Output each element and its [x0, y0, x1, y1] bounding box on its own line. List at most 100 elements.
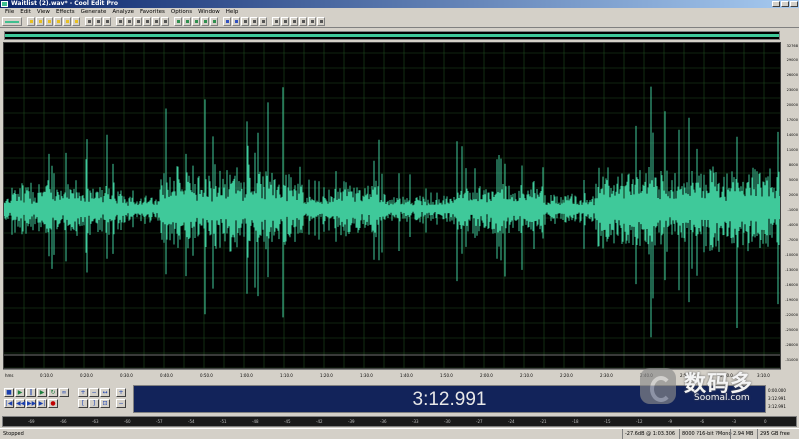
overview-range[interactable]: [5, 34, 779, 37]
time-tick: 1:40.0: [400, 373, 413, 378]
go-to-start-icon[interactable]: |◀: [4, 399, 14, 408]
amplitude-tick: -19000: [785, 298, 798, 302]
close-icon[interactable]: [790, 1, 798, 7]
frequency-analysis-icon[interactable]: [308, 17, 316, 26]
status-level: -27.6dB @ 1:03.306: [622, 429, 675, 439]
scripts-icon[interactable]: [317, 17, 325, 26]
menu-generate[interactable]: Generate: [78, 8, 110, 16]
waveform-view-icon[interactable]: [232, 17, 240, 26]
rewind-icon[interactable]: ◀◀: [15, 399, 25, 408]
cue-list-icon[interactable]: [250, 17, 258, 26]
time-display-panel: 3:12.991: [133, 385, 766, 413]
repeat-icon[interactable]: [103, 17, 111, 26]
zoom-right-icon[interactable]: ]: [89, 399, 99, 408]
info-icon[interactable]: [281, 17, 289, 26]
time-tick: 0:20.0: [80, 373, 93, 378]
go-to-end-icon[interactable]: ▶|: [37, 399, 47, 408]
meter-tick: -21: [540, 419, 547, 424]
zoom-vertical-out-icon[interactable]: −: [116, 399, 126, 408]
metronome-icon[interactable]: [299, 17, 307, 26]
waveform-panel[interactable]: [3, 42, 781, 369]
equalizer-icon[interactable]: [210, 17, 218, 26]
fast-forward-icon[interactable]: ▶▶: [26, 399, 36, 408]
menu-edit[interactable]: Edit: [17, 8, 34, 16]
pause-icon[interactable]: ‖: [26, 388, 36, 397]
window-controls: [772, 1, 798, 7]
amplitude-tick: -22000: [785, 313, 798, 317]
delete-icon[interactable]: [161, 17, 169, 26]
time-ruler[interactable]: hms 0:10.0 0:20.0 0:30.0 0:40.0 0:50.0 1…: [3, 369, 781, 383]
meter-tick: -30: [444, 419, 451, 424]
selection-length[interactable]: 3:12.991: [768, 404, 786, 409]
paste-icon[interactable]: [134, 17, 142, 26]
zoom-out-icon[interactable]: −: [89, 388, 99, 397]
selection-begin[interactable]: 0:00.000: [768, 388, 786, 393]
open-file-icon[interactable]: [36, 17, 44, 26]
time-tick: 1:10.0: [280, 373, 293, 378]
append-icon[interactable]: [72, 17, 80, 26]
time-tick: 1:50.0: [440, 373, 453, 378]
meter-tick: -24: [508, 419, 515, 424]
amplify-icon[interactable]: [174, 17, 182, 26]
maximize-icon[interactable]: [781, 1, 789, 7]
meter-tick: -48: [252, 419, 259, 424]
meter-tick: -39: [348, 419, 355, 424]
time-tick: 2:30.0: [600, 373, 613, 378]
loop-mode-icon[interactable]: ∞: [59, 388, 69, 397]
redo-icon[interactable]: [94, 17, 102, 26]
new-file-icon[interactable]: [27, 17, 35, 26]
multitrack-toggle-icon[interactable]: [2, 17, 22, 26]
undo-icon[interactable]: [85, 17, 93, 26]
meter-tick: -27: [476, 419, 483, 424]
menu-options[interactable]: Options: [168, 8, 195, 16]
snap-icon[interactable]: [272, 17, 280, 26]
cut-icon[interactable]: [116, 17, 124, 26]
overview-bar[interactable]: [4, 31, 780, 40]
copy-icon[interactable]: [125, 17, 133, 26]
meter-tick: -9: [668, 419, 672, 424]
time-tick: 0:40.0: [160, 373, 173, 378]
selection-end[interactable]: 3:12.991: [768, 396, 786, 401]
menu-effects[interactable]: Effects: [53, 8, 78, 16]
meter-tick: -51: [220, 419, 227, 424]
menu-favorites[interactable]: Favorites: [137, 8, 168, 16]
marker-icon[interactable]: [241, 17, 249, 26]
waveform-trace: [4, 86, 780, 338]
zoom-vertical-in-icon[interactable]: +: [116, 388, 126, 397]
envelope-icon[interactable]: [192, 17, 200, 26]
spectral-view-icon[interactable]: [223, 17, 231, 26]
stop-icon[interactable]: ■: [4, 388, 14, 397]
amplitude-tick: 5000: [788, 178, 798, 182]
zoom-full-icon[interactable]: ↔: [100, 388, 110, 397]
meter-tick: -63: [92, 419, 99, 424]
zoom-in-icon[interactable]: +: [78, 388, 88, 397]
menu-file[interactable]: File: [2, 8, 17, 16]
trim-icon[interactable]: [152, 17, 160, 26]
save-icon[interactable]: [45, 17, 53, 26]
zoom-selection-icon[interactable]: ⊡: [100, 399, 110, 408]
record-icon[interactable]: ●: [48, 399, 58, 408]
status-format: 8000 ?16-bit ?Mono: [679, 429, 732, 439]
save-as-icon[interactable]: [54, 17, 62, 26]
menu-help[interactable]: Help: [223, 8, 242, 16]
settings-icon[interactable]: [290, 17, 298, 26]
mix-paste-icon[interactable]: [143, 17, 151, 26]
normalize-icon[interactable]: [183, 17, 191, 26]
time-tick: 2:40.0: [640, 373, 653, 378]
menu-analyze[interactable]: Analyze: [109, 8, 137, 16]
amplitude-tick: 14000: [786, 133, 798, 137]
zoom-left-icon[interactable]: [: [78, 399, 88, 408]
noise-reduction-icon[interactable]: [201, 17, 209, 26]
loop-icon[interactable]: ↻: [48, 388, 58, 397]
minimize-icon[interactable]: [772, 1, 780, 7]
play-icon[interactable]: ▶: [15, 388, 25, 397]
menu-view[interactable]: View: [34, 8, 53, 16]
close-file-icon[interactable]: [63, 17, 71, 26]
amplitude-tick: -1000: [787, 208, 798, 212]
play-to-end-icon[interactable]: ▶: [37, 388, 47, 397]
playlist-icon[interactable]: [259, 17, 267, 26]
amplitude-tick: 32768: [786, 44, 798, 48]
waveform-display[interactable]: [4, 43, 781, 369]
menu-window[interactable]: Window: [195, 8, 223, 16]
app-waveform-icon[interactable]: [1, 1, 8, 7]
